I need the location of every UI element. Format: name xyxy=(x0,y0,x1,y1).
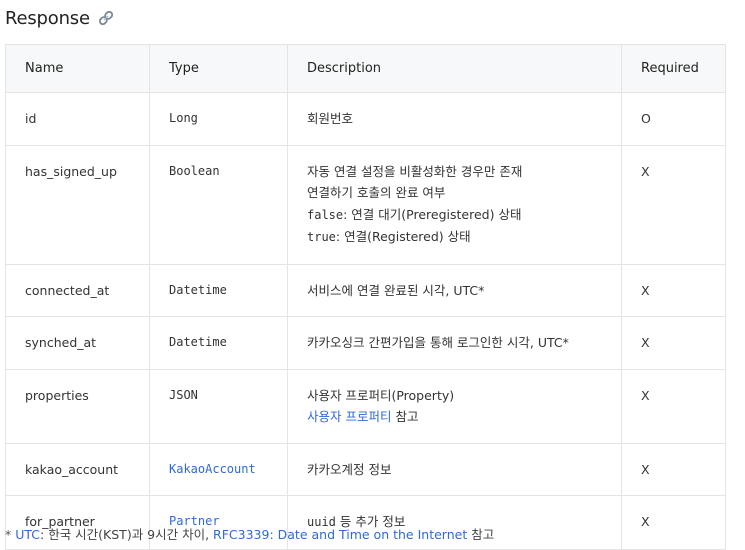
field-type: Long xyxy=(149,92,288,146)
description-text: : 연결(Registered) 상태 xyxy=(335,229,471,244)
field-required: O xyxy=(621,92,726,146)
field-name: synched_at xyxy=(5,316,150,370)
table-row: id Long 회원번호 O xyxy=(5,92,726,146)
description-text: 참고 xyxy=(391,409,419,424)
description-line: true: 연결(Registered) 상태 xyxy=(307,226,621,249)
footnote-star: * xyxy=(5,527,16,542)
description-line: 회원번호 xyxy=(307,111,354,126)
field-description: 카카오싱크 간편가입을 통해 로그인한 시각, UTC* xyxy=(287,316,622,370)
column-header-name: Name xyxy=(5,44,150,93)
table-row: has_signed_up Boolean 자동 연결 설정을 비활성화한 경우… xyxy=(5,144,726,265)
response-table-container: Name Type Description Required id Long 회… xyxy=(5,44,745,550)
field-type: JSON xyxy=(149,368,288,444)
response-table: Name Type Description Required id Long 회… xyxy=(5,44,726,550)
field-required: X xyxy=(621,368,726,444)
field-description: 서비스에 연결 완료된 시각, UTC* xyxy=(287,263,622,317)
field-type: Boolean xyxy=(149,144,288,265)
table-row: synched_at Datetime 카카오싱크 간편가입을 통해 로그인한 … xyxy=(5,316,726,370)
section-heading: Response xyxy=(5,4,115,32)
field-required: X xyxy=(621,263,726,317)
field-name: connected_at xyxy=(5,263,150,317)
field-type: Datetime xyxy=(149,263,288,317)
description-line: 카카오싱크 간편가입을 통해 로그인한 시각, UTC* xyxy=(307,335,569,350)
field-required: X xyxy=(621,495,726,550)
description-line: 서비스에 연결 완료된 시각, UTC* xyxy=(307,282,485,298)
description-line: 사용자 프로퍼티 참고 xyxy=(307,406,621,428)
footnote-text: : 한국 시간(KST)과 9시간 차이, xyxy=(40,527,214,542)
table-row: connected_at Datetime 서비스에 연결 완료된 시각, UT… xyxy=(5,263,726,317)
field-name: has_signed_up xyxy=(5,144,150,265)
field-type-cell: KakaoAccount xyxy=(149,442,288,496)
description-line: 연결하기 호출의 완료 여부 xyxy=(307,185,446,200)
page-title: Response xyxy=(5,7,90,29)
field-type: Datetime xyxy=(149,316,288,370)
inline-code: false xyxy=(307,207,344,222)
column-header-required: Required xyxy=(621,44,726,93)
table-header-row: Name Type Description Required xyxy=(5,44,726,93)
field-name: properties xyxy=(5,368,150,444)
field-name: kakao_account xyxy=(5,442,150,496)
description-text: : 연결 대기(Preregistered) 상태 xyxy=(343,206,522,222)
rfc3339-link[interactable]: RFC3339: Date and Time on the Internet xyxy=(213,527,467,542)
utc-link[interactable]: UTC xyxy=(15,527,40,542)
table-row: properties JSON 사용자 프로퍼티(Property) 사용자 프… xyxy=(5,368,726,444)
field-description: 카카오계정 정보 xyxy=(287,442,622,496)
field-required: X xyxy=(621,316,726,370)
footnote: * UTC: 한국 시간(KST)과 9시간 차이, RFC3339: Date… xyxy=(5,524,494,543)
field-required: X xyxy=(621,144,726,265)
table-row: kakao_account KakaoAccount 카카오계정 정보 X xyxy=(5,442,726,496)
description-line: false: 연결 대기(Preregistered) 상태 xyxy=(307,204,621,227)
link-icon[interactable] xyxy=(97,9,115,27)
user-property-link[interactable]: 사용자 프로퍼티 xyxy=(307,409,391,424)
kakao-account-type-link[interactable]: KakaoAccount xyxy=(169,462,256,476)
column-header-description: Description xyxy=(287,44,622,93)
field-name: id xyxy=(5,92,150,146)
description-line: 사용자 프로퍼티(Property) xyxy=(307,387,455,403)
field-description: 회원번호 xyxy=(287,92,622,146)
field-description: 자동 연결 설정을 비활성화한 경우만 존재 연결하기 호출의 완료 여부 fa… xyxy=(287,144,622,265)
description-line: 자동 연결 설정을 비활성화한 경우만 존재 xyxy=(307,163,523,179)
description-line: 카카오계정 정보 xyxy=(307,461,392,477)
footnote-text-end: 참고 xyxy=(467,527,495,542)
column-header-type: Type xyxy=(149,44,288,93)
field-description: 사용자 프로퍼티(Property) 사용자 프로퍼티 참고 xyxy=(287,368,622,444)
field-required: X xyxy=(621,442,726,496)
inline-code: true xyxy=(307,230,336,244)
